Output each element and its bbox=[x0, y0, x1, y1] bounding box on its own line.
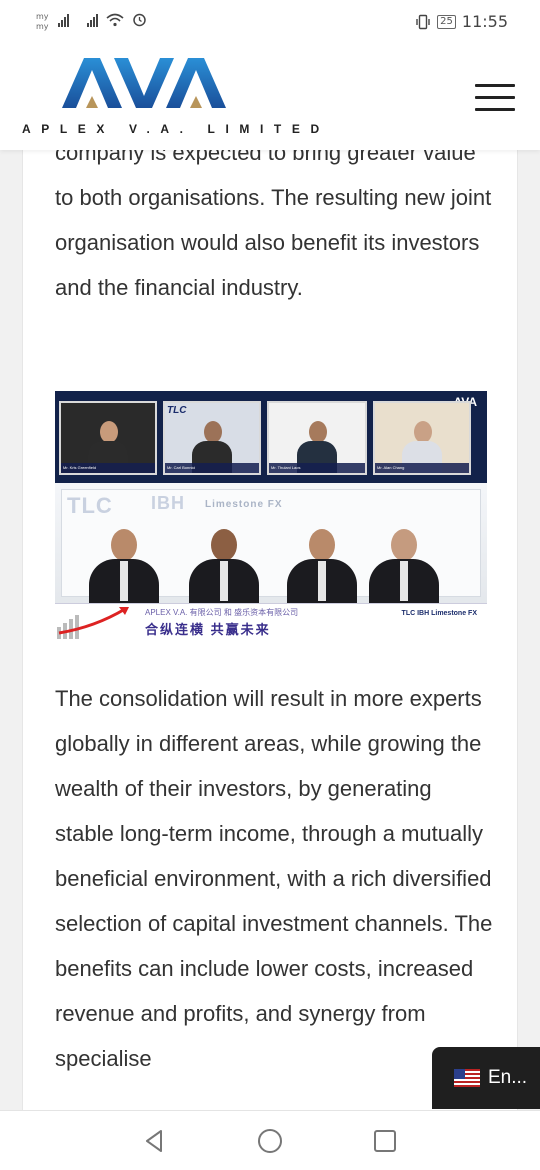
stage-logo-limestone: Limestone FX bbox=[205, 499, 283, 510]
video-tile-2: TLC Mr. Carl Bonnici bbox=[163, 401, 261, 475]
banner-logos: TLC IBH Limestone FX bbox=[401, 610, 477, 617]
alarm-icon bbox=[133, 13, 146, 27]
banner-line-2: 合纵连横 共赢未来 bbox=[145, 622, 271, 637]
event-banner: APLEX V.A. 有限公司 和 盛乐资本有限公司 合纵连横 共赢未来 TLC… bbox=[55, 603, 487, 639]
language-switcher[interactable]: En... bbox=[432, 1047, 540, 1109]
language-label: En... bbox=[488, 1067, 528, 1088]
recents-square-icon[interactable] bbox=[371, 1127, 399, 1155]
status-left-icons bbox=[58, 12, 147, 27]
event-photo: AVA Mr. Kris Greenfield TLC Mr. Carl Bon… bbox=[55, 391, 487, 639]
stage-logo-tlc: TLC bbox=[67, 493, 113, 518]
growth-arrow-icon bbox=[57, 607, 129, 639]
home-circle-icon[interactable] bbox=[256, 1127, 284, 1155]
carrier-label-1: my bbox=[36, 12, 49, 21]
vibrate-icon bbox=[416, 14, 430, 29]
hamburger-menu-icon[interactable] bbox=[475, 84, 515, 112]
clock-time: 11:55 bbox=[461, 12, 508, 31]
system-nav-bar bbox=[0, 1110, 540, 1170]
wifi-icon bbox=[106, 13, 124, 27]
ava-logo[interactable] bbox=[62, 58, 226, 110]
company-tagline: APLEX V.A. LIMITED bbox=[22, 122, 330, 136]
status-bar: my my 25 11:55 bbox=[0, 0, 540, 44]
video-conference-strip: AVA Mr. Kris Greenfield TLC Mr. Carl Bon… bbox=[55, 391, 487, 483]
back-triangle-icon[interactable] bbox=[141, 1127, 169, 1155]
status-right: 25 11:55 bbox=[415, 12, 508, 31]
video-tile-1: Mr. Kris Greenfield bbox=[59, 401, 157, 475]
signal-1-icon bbox=[58, 13, 69, 27]
article-paragraph-1: company is expected to bring greater val… bbox=[55, 140, 492, 300]
stage-logo-ibh: IBH bbox=[151, 493, 185, 513]
article-paragraph-2: The consolidation will result in more ex… bbox=[55, 686, 493, 1071]
banner-line-1: APLEX V.A. 有限公司 和 盛乐资本有限公司 bbox=[145, 608, 299, 617]
video-tile-4: Mr. Alan Chang bbox=[373, 401, 471, 475]
site-header: APLEX V.A. LIMITED bbox=[0, 44, 540, 150]
video-tile-3: Mr. Thulani Laos bbox=[267, 401, 367, 475]
article-card: company is expected to bring greater val… bbox=[22, 110, 518, 1110]
signal-2-icon bbox=[87, 13, 98, 27]
battery-indicator: 25 bbox=[437, 14, 456, 29]
us-flag-icon bbox=[454, 1069, 480, 1087]
carrier-labels: my my bbox=[36, 12, 49, 32]
carrier-label-2: my bbox=[36, 22, 49, 31]
stage-scene: TLC IBH Limestone FX APLEX V.A. 有限公司 和 盛… bbox=[55, 483, 487, 639]
